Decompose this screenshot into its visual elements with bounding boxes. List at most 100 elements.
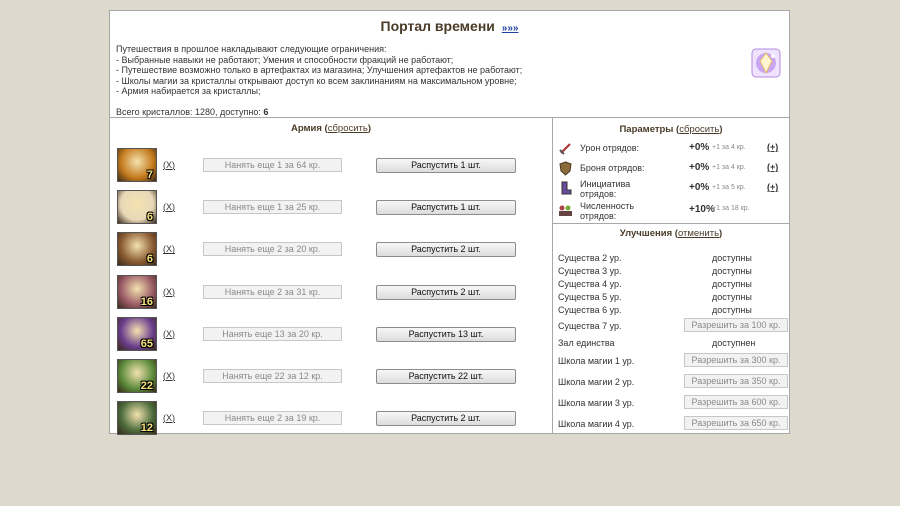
param-value: +10% bbox=[689, 204, 715, 215]
creature-count: 7 bbox=[146, 169, 153, 181]
creature-count: 6 bbox=[146, 211, 153, 224]
army-title-text: Армия bbox=[290, 123, 322, 134]
upgrade-status: доступны bbox=[712, 305, 752, 315]
increase-param-link[interactable]: (+) bbox=[767, 182, 778, 192]
creature-portrait[interactable]: 6 bbox=[117, 190, 157, 225]
hire-button[interactable]: Нанять еще 22 за 12 кр. bbox=[203, 369, 342, 383]
crystals-text: Всего кристаллов: 1280, доступно: bbox=[116, 106, 261, 117]
creature-portrait[interactable]: 12 bbox=[117, 401, 157, 436]
group-icon bbox=[558, 203, 573, 218]
remove-creature-link[interactable]: (X) bbox=[163, 244, 175, 254]
dismiss-button[interactable]: Распустить 2 шт. bbox=[376, 284, 516, 300]
creature-portrait[interactable]: 16 bbox=[117, 274, 157, 309]
param-cost: +1 за 4 кр. bbox=[712, 144, 746, 151]
dismiss-button[interactable]: Распустить 13 шт. bbox=[376, 326, 516, 342]
dismiss-button[interactable]: Распустить 2 шт. bbox=[376, 411, 516, 427]
upgrades-title-text: Улучшения bbox=[619, 228, 673, 239]
army-reset-link[interactable]: сбросить bbox=[328, 123, 368, 134]
param-value: +0% bbox=[689, 142, 710, 153]
dismiss-button[interactable]: Распустить 22 шт. bbox=[376, 369, 516, 384]
param-row: Численность отрядов: +10% +1 за 18 кр. bbox=[558, 201, 788, 222]
hire-button[interactable]: Нанять еще 2 за 19 кр. bbox=[203, 411, 342, 426]
allow-upgrade-button[interactable]: Разрешить за 600 кр. bbox=[684, 395, 788, 409]
army-row: 22 (X) Нанять еще 22 за 12 кр. Распустить 2… bbox=[117, 359, 547, 397]
restriction-line: Путешествия в прошлое накладывают следую… bbox=[116, 44, 387, 54]
dismiss-button[interactable]: Распустить 2 шт. bbox=[376, 242, 516, 258]
dismiss-button[interactable]: Распустить 1 шт. bbox=[376, 200, 516, 216]
hire-button[interactable]: Нанять еще 2 за 31 кр. bbox=[203, 284, 342, 299]
param-cost: +1 за 4 кр. bbox=[712, 164, 746, 171]
army-section: Армия (сбросить) 7 (X) Нанять еще 1 за 64 … bbox=[110, 118, 553, 436]
upgrade-label: Существа 7 ур. bbox=[558, 321, 622, 331]
title-text: Портал времени bbox=[380, 18, 495, 34]
upgrade-label: Существа 5 ур. bbox=[558, 292, 622, 302]
params-reset-link[interactable]: сбросить bbox=[679, 124, 719, 135]
crystals-available: 6 bbox=[263, 106, 269, 117]
param-label: Урон отрядов: bbox=[580, 143, 640, 153]
param-row: Инициатива отрядов: +0% +1 за 5 кр. (+) bbox=[558, 179, 788, 200]
more-link[interactable]: »»» bbox=[502, 23, 519, 34]
creature-count: 16 bbox=[140, 295, 153, 308]
creature-portrait[interactable]: 65 bbox=[117, 316, 157, 351]
sword-icon bbox=[558, 141, 573, 156]
upgrade-label: Школа магии 2 ур. bbox=[558, 377, 635, 387]
remove-creature-link[interactable]: (X) bbox=[163, 413, 175, 423]
army-row: 65 (X) Нанять еще 13 за 20 кр. Распустить 1… bbox=[117, 316, 547, 355]
upgrade-label: Школа магии 1 ур. bbox=[558, 356, 635, 366]
params-section: Параметры (сбросить) Урон отрядов: +0% +1 … bbox=[553, 118, 789, 224]
upgrade-status: доступны bbox=[712, 279, 752, 289]
restriction-line: - Путешествие возможно только в артефакт… bbox=[116, 65, 523, 75]
param-label: Численность отрядов: bbox=[580, 201, 635, 221]
restrictions-text: Путешествия в прошлое накладывают следую… bbox=[116, 44, 522, 117]
creature-count: 6 bbox=[146, 253, 153, 266]
army-row: 16 (X) Нанять еще 2 за 31 кр. Распустить 2 … bbox=[117, 274, 547, 313]
upgrade-label: Существа 6 ур. bbox=[558, 305, 622, 315]
hire-button[interactable]: Нанять еще 2 за 20 кр. bbox=[203, 242, 342, 257]
upgrade-status: доступны bbox=[712, 253, 752, 263]
allow-upgrade-button[interactable]: Разрешить за 100 кр. bbox=[684, 318, 788, 332]
dismiss-button[interactable]: Распустить 1 шт. bbox=[376, 158, 516, 173]
creature-portrait[interactable]: 22 bbox=[117, 359, 157, 393]
restriction-line: - Выбранные навыки не работают; Умения и… bbox=[116, 54, 454, 65]
upgrade-label: Существа 3 ур. bbox=[558, 266, 622, 276]
hire-button[interactable]: Нанять еще 1 за 25 кр. bbox=[203, 200, 342, 215]
allow-upgrade-button[interactable]: Разрешить за 350 кр. bbox=[684, 374, 788, 388]
crystal-icon bbox=[751, 48, 781, 78]
creature-portrait[interactable]: 7 bbox=[117, 148, 157, 182]
upgrade-label: Школа магии 3 ур. bbox=[558, 398, 635, 408]
creature-portrait[interactable]: 6 bbox=[117, 232, 157, 267]
army-row: 6 (X) Нанять еще 1 за 25 кр. Распустить 1 ш… bbox=[117, 190, 547, 228]
increase-param-link[interactable]: (+) bbox=[767, 162, 778, 172]
creature-count: 22 bbox=[140, 380, 153, 392]
param-label: Инициатива отрядов: bbox=[580, 179, 631, 199]
upgrade-label: Существа 2 ур. bbox=[558, 253, 622, 263]
allow-upgrade-button[interactable]: Разрешить за 650 кр. bbox=[684, 416, 788, 430]
remove-creature-link[interactable]: (X) bbox=[163, 160, 175, 170]
increase-param-link[interactable]: (+) bbox=[767, 142, 778, 152]
remove-creature-link[interactable]: (X) bbox=[163, 371, 175, 381]
creature-count: 65 bbox=[140, 337, 153, 350]
hire-button[interactable]: Нанять еще 13 за 20 кр. bbox=[203, 326, 342, 341]
army-row: 6 (X) Нанять еще 2 за 20 кр. Распустить 2 ш… bbox=[117, 232, 547, 270]
remove-creature-link[interactable]: (X) bbox=[163, 202, 175, 212]
upgrades-section: Улучшения (отменить) Существа 2 ур. досту… bbox=[553, 224, 789, 434]
param-row: Урон отрядов: +0% +1 за 4 кр. (+) bbox=[558, 140, 788, 160]
boot-icon bbox=[558, 181, 573, 196]
allow-upgrade-button[interactable]: Разрешить за 300 кр. bbox=[684, 353, 788, 367]
remove-creature-link[interactable]: (X) bbox=[163, 287, 175, 297]
param-value: +0% bbox=[689, 182, 710, 193]
time-portal-panel: Портал времени »»» Путешествия в прошлое… bbox=[109, 10, 790, 436]
remove-creature-link[interactable]: (X) bbox=[163, 329, 175, 339]
upgrade-status: доступнен bbox=[712, 338, 756, 348]
army-row: 12 (X) Нанять еще 2 за 19 кр. Распустить 2 … bbox=[117, 401, 547, 439]
param-cost: +1 за 18 кр. bbox=[712, 205, 750, 212]
upgrade-status: доступны bbox=[712, 292, 752, 302]
army-title: Армия (сбросить) bbox=[290, 123, 372, 134]
crystals-summary: Всего кристаллов: 1280, доступно: 6 bbox=[116, 107, 522, 118]
page-title: Портал времени »»» bbox=[110, 18, 789, 34]
army-row: 7 (X) Нанять еще 1 за 64 кр. Распустить 1 ш… bbox=[117, 148, 547, 186]
creature-count: 12 bbox=[140, 422, 153, 435]
upgrade-label: Зал единства bbox=[558, 338, 615, 348]
upgrades-cancel-link[interactable]: отменить bbox=[678, 228, 719, 239]
hire-button[interactable]: Нанять еще 1 за 64 кр. bbox=[203, 158, 342, 172]
